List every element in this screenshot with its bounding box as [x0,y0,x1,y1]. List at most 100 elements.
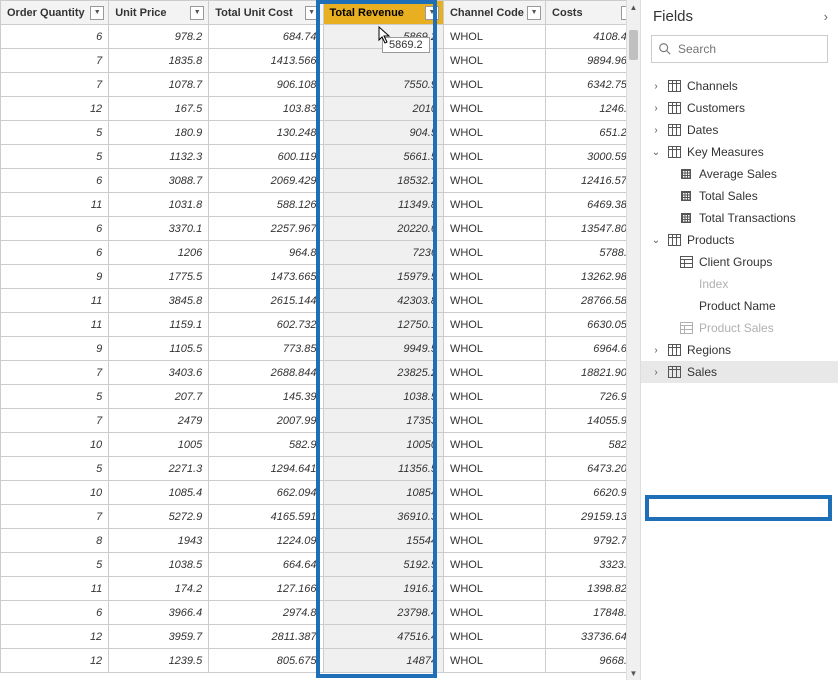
search-input-container[interactable] [651,35,828,63]
cell-channel[interactable]: WHOL [443,49,545,73]
cell-unit_price[interactable]: 207.7 [109,385,209,409]
cell-total_revenue[interactable]: 5661.5 [323,145,443,169]
column-filter-dropdown-icon[interactable]: ▼ [190,6,204,20]
table-row[interactable]: 724792007.9917353WHOL14055.93 [1,409,640,433]
cell-channel[interactable]: WHOL [443,481,545,505]
table-row[interactable]: 101005582.910050WHOL5829 [1,433,640,457]
fields-table-channels[interactable]: ›Channels [641,75,838,97]
table-row[interactable]: 819431224.0915544WHOL9792.72 [1,529,640,553]
table-row[interactable]: 121239.5805.67514874WHOL9668.1 [1,649,640,673]
cell-total_unit_cost[interactable]: 145.39 [209,385,323,409]
cell-total_revenue[interactable]: 15979.5 [323,265,443,289]
column-header-channel[interactable]: Channel Code▼ [443,1,545,25]
cell-total_revenue[interactable]: 12750.1 [323,313,443,337]
cell-qty[interactable]: 6 [1,25,109,49]
cell-total_revenue[interactable]: 7550.9 [323,73,443,97]
fields-table-products[interactable]: ⌄Products [641,229,838,251]
collapse-panel-icon[interactable]: › [824,9,828,24]
cell-total_unit_cost[interactable]: 130.248 [209,121,323,145]
cell-qty[interactable]: 5 [1,385,109,409]
cell-total_unit_cost[interactable]: 2257.967 [209,217,323,241]
cell-total_revenue[interactable]: 23825.2 [323,361,443,385]
cell-qty[interactable]: 10 [1,481,109,505]
cell-total_unit_cost[interactable]: 1473.665 [209,265,323,289]
cell-qty[interactable]: 6 [1,217,109,241]
cell-total_revenue[interactable]: 10854 [323,481,443,505]
cell-total_revenue[interactable]: 11356.5 [323,457,443,481]
table-row[interactable]: 63370.12257.96720220.6WHOL13547.802 [1,217,640,241]
cell-channel[interactable]: WHOL [443,625,545,649]
cell-total_unit_cost[interactable]: 1413.566 [209,49,323,73]
cell-unit_price[interactable]: 3370.1 [109,217,209,241]
table-row[interactable]: 51132.3600.1195661.5WHOL3000.595 [1,145,640,169]
table-row[interactable]: 111159.1602.73212750.1WHOL6630.052 [1,313,640,337]
cell-channel[interactable]: WHOL [443,385,545,409]
cell-unit_price[interactable]: 1005 [109,433,209,457]
cell-unit_price[interactable]: 167.5 [109,97,209,121]
cell-qty[interactable]: 7 [1,361,109,385]
table-row[interactable]: 52271.31294.64111356.5WHOL6473.205 [1,457,640,481]
cell-channel[interactable]: WHOL [443,73,545,97]
cell-total_unit_cost[interactable]: 1294.641 [209,457,323,481]
column-filter-dropdown-icon[interactable]: ▼ [527,6,541,20]
cell-total_unit_cost[interactable]: 2007.99 [209,409,323,433]
cell-qty[interactable]: 11 [1,577,109,601]
cell-total_unit_cost[interactable]: 2615.144 [209,289,323,313]
cell-unit_price[interactable]: 1132.3 [109,145,209,169]
table-row[interactable]: 63966.42974.823798.4WHOL17848.8 [1,601,640,625]
table-row[interactable]: 73403.62688.84423825.2WHOL18821.908 [1,361,640,385]
cell-total_revenue[interactable]: 11349.8 [323,193,443,217]
cell-qty[interactable]: 9 [1,265,109,289]
cell-channel[interactable]: WHOL [443,601,545,625]
cell-unit_price[interactable]: 1085.4 [109,481,209,505]
cell-unit_price[interactable]: 1775.5 [109,265,209,289]
search-input[interactable] [678,42,821,56]
cell-unit_price[interactable]: 1239.5 [109,649,209,673]
cell-unit_price[interactable]: 2271.3 [109,457,209,481]
cell-qty[interactable]: 5 [1,145,109,169]
cell-qty[interactable]: 8 [1,529,109,553]
cell-channel[interactable]: WHOL [443,313,545,337]
cell-total_unit_cost[interactable]: 773.85 [209,337,323,361]
scroll-down-icon[interactable]: ▼ [627,666,640,680]
cell-unit_price[interactable]: 174.2 [109,577,209,601]
table-row[interactable]: 5180.9130.248904.5WHOL651.24 [1,121,640,145]
cell-total_revenue[interactable]: 36910.3 [323,505,443,529]
fields-table-dates[interactable]: ›Dates [641,119,838,141]
cell-total_unit_cost[interactable]: 600.119 [209,145,323,169]
cell-channel[interactable]: WHOL [443,97,545,121]
cell-qty[interactable]: 7 [1,409,109,433]
chevron-right-icon[interactable]: › [651,367,661,378]
cell-qty[interactable]: 6 [1,241,109,265]
fields-item-average-sales[interactable]: Average Sales [641,163,838,185]
fields-item-product-sales[interactable]: Product Sales [641,317,838,339]
fields-item-client-groups[interactable]: Client Groups [641,251,838,273]
chevron-right-icon[interactable]: › [651,81,661,92]
fields-item-index[interactable]: Index [641,273,838,295]
cell-total_unit_cost[interactable]: 664.64 [209,553,323,577]
cell-unit_price[interactable]: 1159.1 [109,313,209,337]
cell-total_unit_cost[interactable]: 4165.591 [209,505,323,529]
cell-total_revenue[interactable]: 2010 [323,97,443,121]
cell-total_unit_cost[interactable]: 2811.387 [209,625,323,649]
table-row[interactable]: 11174.2127.1661916.2WHOL1398.826 [1,577,640,601]
cell-total_revenue[interactable]: 14874 [323,649,443,673]
cell-channel[interactable]: WHOL [443,409,545,433]
chevron-right-icon[interactable]: › [651,103,661,114]
table-row[interactable]: 91775.51473.66515979.5WHOL13262.985 [1,265,640,289]
cell-total_unit_cost[interactable]: 2069.429 [209,169,323,193]
cell-channel[interactable]: WHOL [443,505,545,529]
table-row[interactable]: 63088.72069.42918532.2WHOL12416.574 [1,169,640,193]
cell-total_revenue[interactable]: 42303.8 [323,289,443,313]
cell-qty[interactable]: 12 [1,625,109,649]
cell-qty[interactable]: 11 [1,289,109,313]
cell-unit_price[interactable]: 1078.7 [109,73,209,97]
cell-channel[interactable]: WHOL [443,121,545,145]
cell-total_unit_cost[interactable]: 662.094 [209,481,323,505]
cell-channel[interactable]: WHOL [443,265,545,289]
cell-total_revenue[interactable]: 17353 [323,409,443,433]
cell-total_revenue[interactable]: 18532.2 [323,169,443,193]
table-row[interactable]: 5207.7145.391038.5WHOL726.95 [1,385,640,409]
chevron-down-icon[interactable]: ⌄ [651,235,661,246]
cell-total_revenue[interactable]: 7236 [323,241,443,265]
